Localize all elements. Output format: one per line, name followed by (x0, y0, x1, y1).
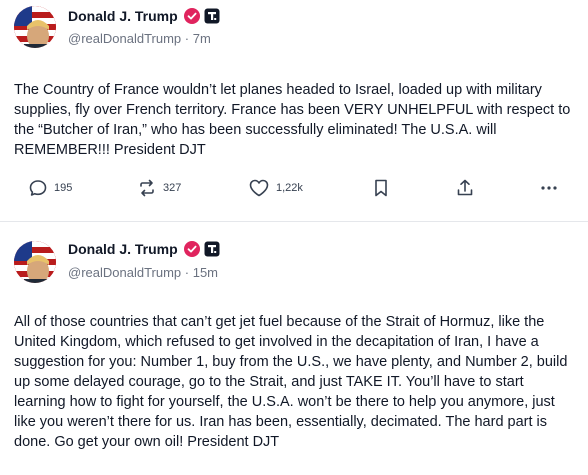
author-row: Donald J. Trump (68, 241, 220, 257)
author-avatar[interactable] (14, 6, 56, 48)
repost-count: 327 (163, 182, 182, 194)
like-icon (249, 179, 269, 197)
verified-badge-icon (183, 8, 200, 24)
bookmark-button[interactable] (372, 176, 390, 200)
more-button[interactable] (539, 176, 559, 200)
post-meta: @realDonaldTrump · 15m (68, 265, 218, 280)
verified-badge-icon (183, 241, 200, 257)
author-name[interactable]: Donald J. Trump (68, 241, 178, 257)
like-count: 1,22k (276, 182, 303, 194)
author-handle[interactable]: @realDonaldTrump (68, 265, 181, 280)
post-text: The Country of France wouldn’t let plane… (14, 82, 571, 158)
bookmark-icon (375, 179, 387, 197)
post-text: All of those countries that can’t get je… (14, 314, 568, 450)
reply-icon (29, 180, 47, 196)
truth-social-badge-icon (204, 241, 220, 257)
meta-separator: · (181, 265, 193, 280)
meta-separator: · (181, 31, 193, 46)
share-button[interactable] (455, 176, 475, 200)
reply-button[interactable]: 195 (28, 176, 72, 200)
like-button[interactable]: 1,22k (248, 176, 303, 200)
post-time[interactable]: 7m (193, 31, 211, 46)
author-handle[interactable]: @realDonaldTrump (68, 31, 181, 46)
author-name[interactable]: Donald J. Trump (68, 8, 178, 24)
repost-icon (140, 179, 154, 197)
post-actions: 195 327 1,22k (0, 176, 588, 200)
reply-count: 195 (54, 182, 73, 194)
truth-social-badge-icon (204, 8, 220, 24)
author-avatar[interactable] (14, 241, 56, 283)
author-row: Donald J. Trump (68, 8, 220, 24)
avatar-image (14, 241, 56, 283)
share-icon (457, 179, 473, 196)
more-icon (541, 186, 557, 190)
avatar-image (14, 6, 56, 48)
post-time[interactable]: 15m (193, 265, 218, 280)
post-2: Donald J. Trump @realDonaldTrump · 15m A… (0, 222, 588, 475)
repost-button[interactable]: 327 (137, 176, 181, 200)
post-meta: @realDonaldTrump · 7m (68, 31, 211, 46)
post-1: Donald J. Trump @realDonaldTrump · 7m Th… (0, 0, 588, 222)
